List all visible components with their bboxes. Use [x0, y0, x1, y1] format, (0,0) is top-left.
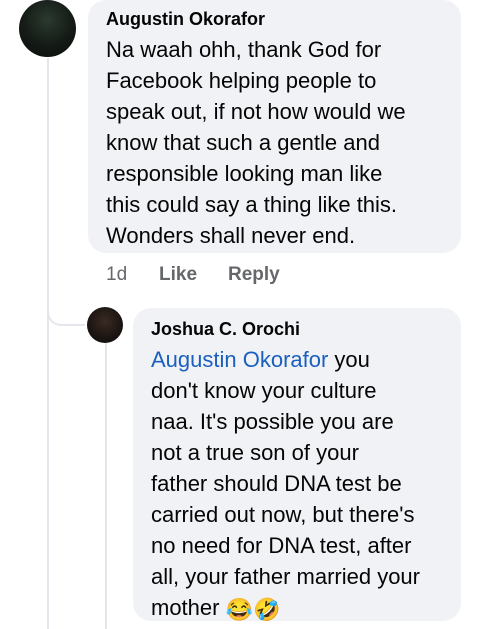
reply-button[interactable]: Reply	[228, 262, 280, 288]
comment-timestamp[interactable]: 1d	[106, 262, 159, 288]
avatar-joshua-c-orochi[interactable]	[87, 307, 123, 343]
reply-connector	[47, 284, 85, 326]
comment-author[interactable]: Augustin Okorafor	[106, 8, 265, 30]
mention-link[interactable]: Augustin Okorafor	[151, 347, 328, 372]
avatar-augustin-okorafor[interactable]	[19, 0, 76, 57]
reply-text: you don't know your culture naa. It's po…	[151, 347, 420, 620]
comment-text: Na waah ohh, thank God for Facebook help…	[106, 37, 406, 248]
reply-author[interactable]: Joshua C. Orochi	[151, 318, 300, 340]
like-button[interactable]: Like	[159, 262, 228, 288]
laughing-emoji-icons: 😂🤣	[225, 597, 281, 622]
thread-line	[47, 58, 49, 629]
reply-thread-line	[105, 343, 107, 629]
reply-text-block: Augustin Okorafor you don't know your cu…	[151, 344, 456, 623]
comment-actions: 1d Like Reply	[106, 262, 280, 288]
